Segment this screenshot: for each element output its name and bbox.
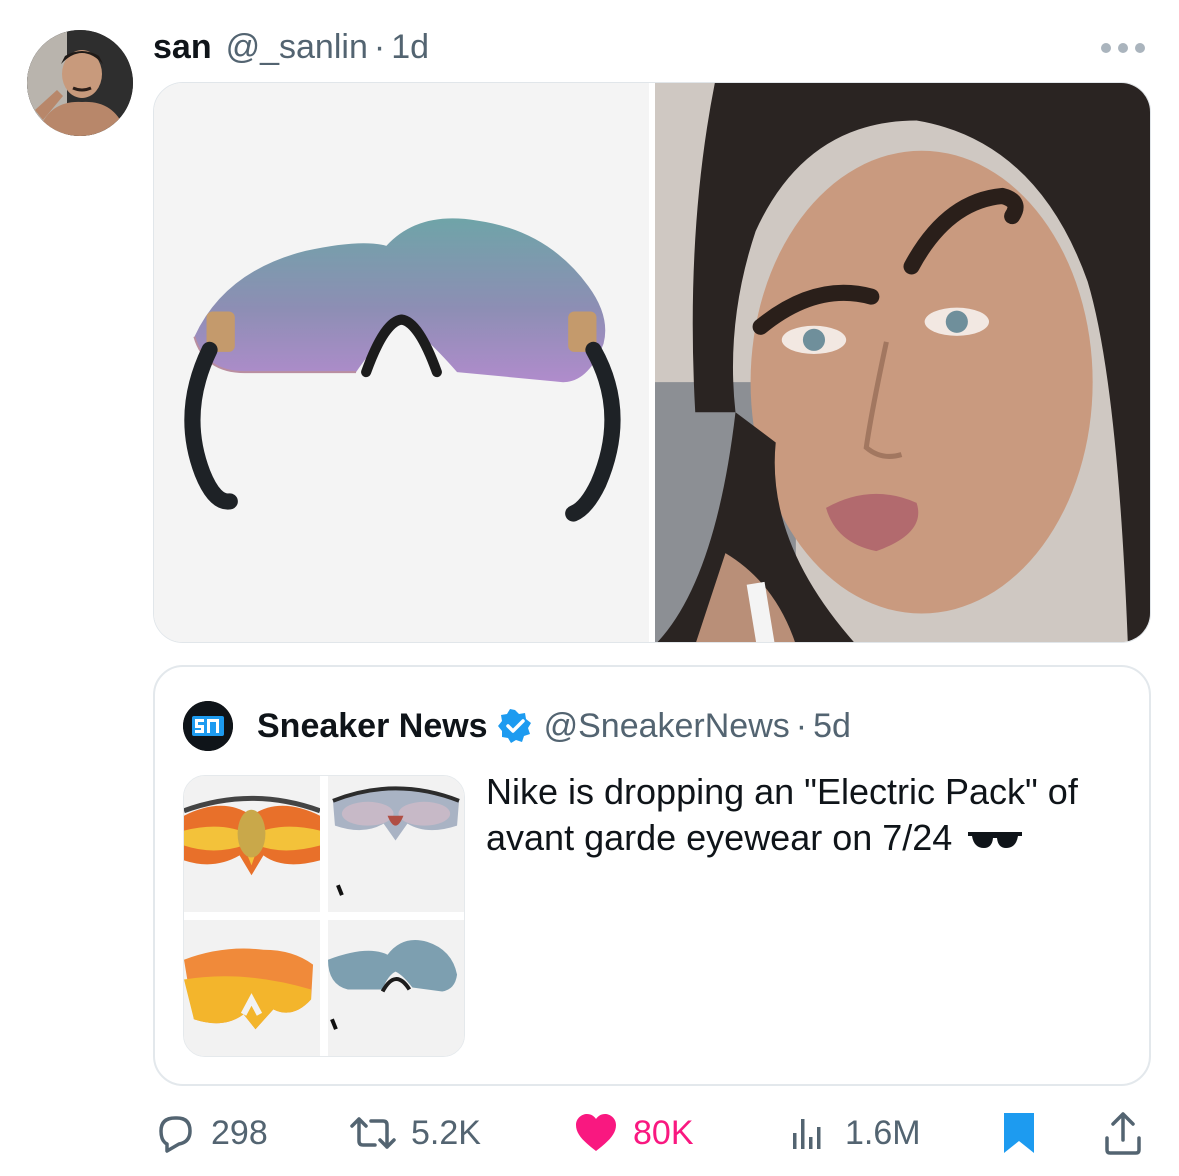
blue-shield-glasses-image [328,920,464,1056]
avatar-photo [27,30,133,136]
sunglasses-emoji-icon [966,828,1024,852]
author-handle[interactable]: @_sanlin [226,28,368,67]
like-count: 80K [633,1113,694,1152]
quoted-post-text: Nike is dropping an "Electric Pack" of a… [486,769,1126,861]
reply-button[interactable]: 298 [153,1108,268,1158]
quoted-author-avatar[interactable] [183,701,233,751]
silver-goggles-image [328,776,464,912]
media-photo-selfie[interactable] [655,83,1150,642]
bookmark-filled-icon [1004,1113,1034,1153]
post-time[interactable]: 1d [391,28,429,67]
separator-dot: · [795,706,808,745]
views-chart-icon [793,1119,821,1149]
retweet-count: 5.2K [411,1113,481,1152]
orange-shield-glasses-image [184,920,320,1056]
more-dot [1135,43,1145,53]
views-button[interactable]: 1.6M [787,1108,921,1158]
orange-goggles-image [184,776,320,912]
quoted-author-name[interactable]: Sneaker News [257,707,488,746]
retweet-icon [350,1117,396,1149]
post-actions: 298 5.2K 80K 1.6M [153,1108,1143,1158]
more-dot [1101,43,1111,53]
quoted-media-2[interactable] [328,776,464,912]
share-icon [1105,1112,1141,1155]
post-media [153,82,1151,643]
quoted-post[interactable]: Sneaker News @SneakerNews · 5d Nike is d… [153,665,1151,1086]
media-photo-sunglasses[interactable] [154,83,649,642]
more-horizontal-icon[interactable] [1101,40,1145,56]
selfie-image [655,83,1150,642]
quoted-media-4[interactable] [328,920,464,1056]
share-button[interactable] [1103,1108,1143,1158]
post-header: san @_sanlin · 1d [153,28,429,68]
reply-icon [159,1116,192,1153]
more-dot [1118,43,1128,53]
views-count: 1.6M [845,1113,921,1152]
author-name[interactable]: san [153,28,212,67]
quoted-author-handle[interactable]: @SneakerNews [544,707,790,746]
bookmark-button[interactable] [1001,1108,1037,1158]
quoted-media-3[interactable] [184,920,320,1056]
separator-dot: · [373,28,386,66]
verified-badge-icon [497,709,532,743]
heart-filled-icon [576,1114,616,1151]
retweet-button[interactable]: 5.2K [349,1108,481,1158]
quoted-media-1[interactable] [184,776,320,912]
quoted-post-time[interactable]: 5d [813,707,851,746]
sneaker-news-logo-icon [183,701,233,751]
reply-count: 298 [211,1113,268,1152]
sunglasses-image [154,83,649,642]
like-button[interactable]: 80K [573,1108,694,1158]
quoted-media-grid [183,775,465,1057]
quoted-post-header: Sneaker News @SneakerNews · 5d [183,701,851,751]
author-avatar[interactable] [27,30,133,136]
